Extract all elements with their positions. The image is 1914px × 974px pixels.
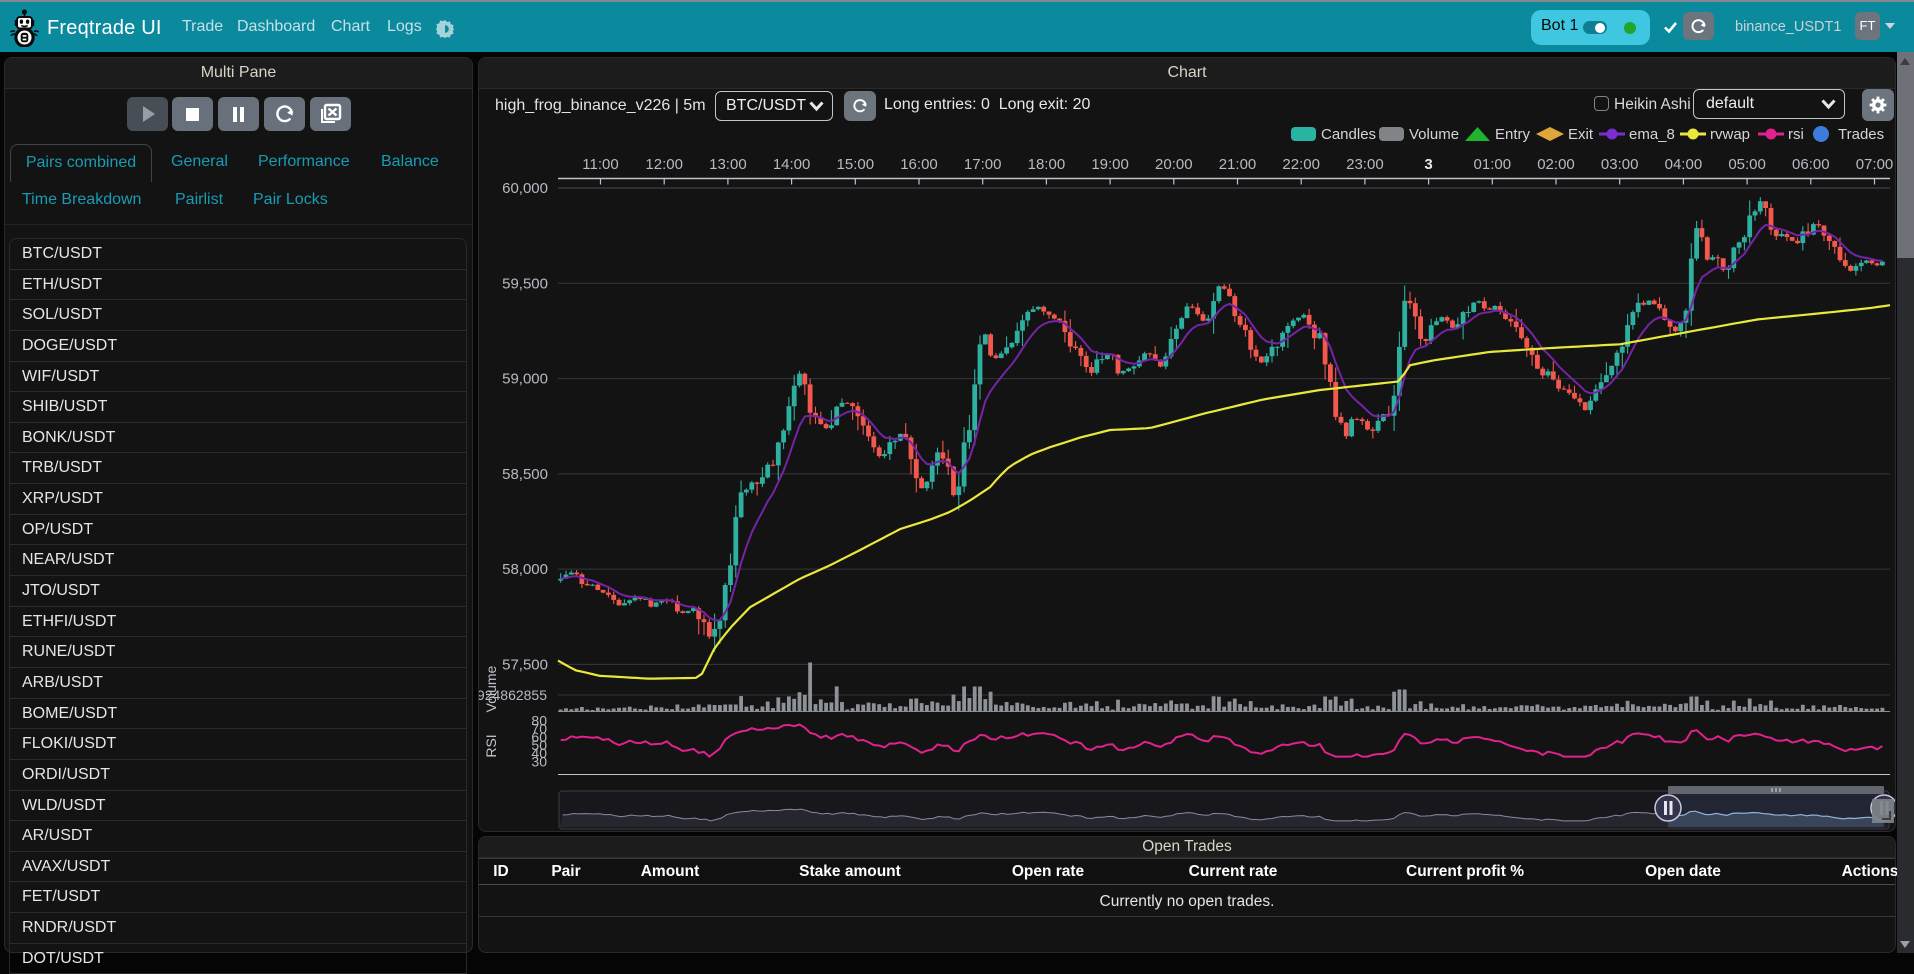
svg-text:02:00: 02:00	[1537, 156, 1575, 173]
svg-text:ema_8: ema_8	[1629, 126, 1675, 143]
svg-text:60,000: 60,000	[502, 180, 548, 197]
svg-text:07:00: 07:00	[1856, 156, 1894, 173]
svg-text:20:00: 20:00	[1155, 156, 1193, 173]
svg-text:Entry: Entry	[1495, 126, 1531, 143]
svg-text:21:00: 21:00	[1219, 156, 1257, 173]
svg-text:16:00: 16:00	[900, 156, 938, 173]
svg-text:03:00: 03:00	[1601, 156, 1639, 173]
svg-text:RSI: RSI	[483, 734, 499, 757]
svg-text:30: 30	[531, 753, 547, 769]
svg-text:23:00: 23:00	[1346, 156, 1384, 173]
svg-text:22:00: 22:00	[1282, 156, 1320, 173]
svg-text:59,500: 59,500	[502, 275, 548, 292]
svg-text:58,500: 58,500	[502, 466, 548, 483]
svg-text:14:00: 14:00	[773, 156, 811, 173]
svg-text:Volume: Volume	[1409, 126, 1459, 143]
svg-text:04:00: 04:00	[1665, 156, 1703, 173]
svg-text:rvwap: rvwap	[1710, 126, 1750, 143]
svg-text:18:00: 18:00	[1028, 156, 1066, 173]
svg-text:06:00: 06:00	[1792, 156, 1830, 173]
svg-text:rsi: rsi	[1788, 126, 1804, 143]
svg-text:01:00: 01:00	[1474, 156, 1512, 173]
svg-text:3: 3	[1424, 156, 1432, 173]
svg-text:Volume: Volume	[483, 665, 499, 712]
svg-text:13:00: 13:00	[709, 156, 747, 173]
svg-text:15:00: 15:00	[837, 156, 875, 173]
svg-text:12:00: 12:00	[645, 156, 683, 173]
svg-text:17:00: 17:00	[964, 156, 1002, 173]
svg-text:59,000: 59,000	[502, 371, 548, 388]
svg-text:11:00: 11:00	[582, 156, 618, 173]
svg-text:57,500: 57,500	[502, 656, 548, 673]
svg-text:Exit: Exit	[1568, 126, 1594, 143]
svg-text:05:00: 05:00	[1728, 156, 1766, 173]
svg-text:Trades: Trades	[1838, 126, 1884, 143]
svg-text:Candles: Candles	[1321, 126, 1376, 143]
svg-text:58,000: 58,000	[502, 561, 548, 578]
svg-text:19:00: 19:00	[1091, 156, 1129, 173]
